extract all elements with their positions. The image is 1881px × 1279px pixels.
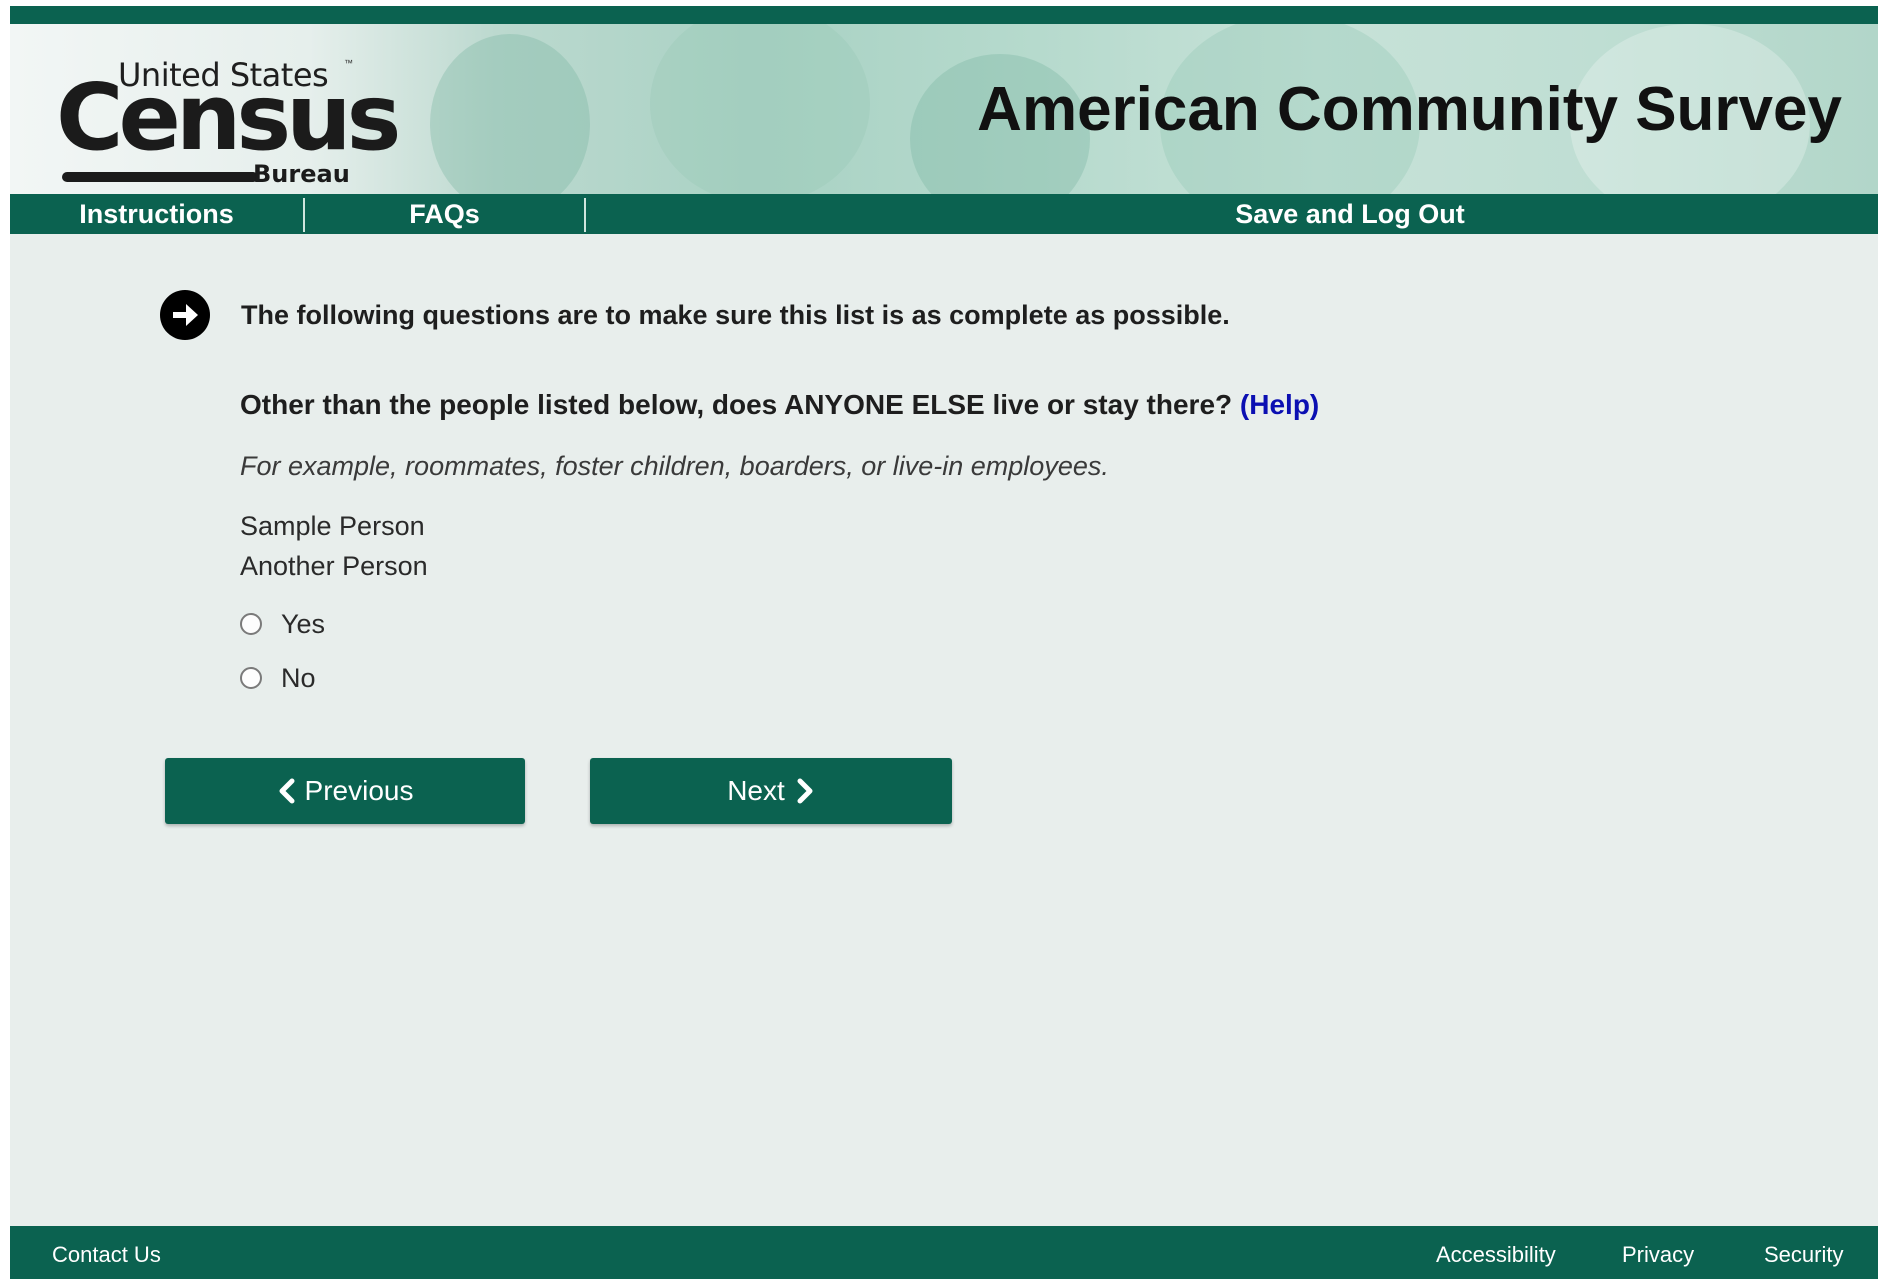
next-button[interactable]: Next — [590, 758, 952, 824]
main-nav: Instructions FAQs Save and Log Out — [10, 194, 1878, 234]
banner-photo-shape — [430, 34, 590, 194]
nav-faqs[interactable]: FAQs — [305, 194, 584, 234]
footer-privacy[interactable]: Privacy — [1622, 1242, 1694, 1268]
logo-census: Census — [56, 64, 401, 171]
intro-text: The following questions are to make sure… — [241, 300, 1230, 330]
question-text: Other than the people listed below, does… — [240, 389, 1319, 421]
nav-save-and-log-out[interactable]: Save and Log Out — [1140, 194, 1560, 234]
person-list-item: Another Person — [240, 551, 428, 581]
next-button-label: Next — [727, 775, 785, 806]
no-radio-button[interactable] — [240, 667, 262, 689]
help-link[interactable]: (Help) — [1240, 389, 1319, 420]
chevron-left-icon — [277, 778, 295, 804]
logo-bureau: Bureau — [253, 160, 350, 188]
page: United States ™ Census Bureau American C… — [10, 6, 1878, 1279]
header-banner: United States ™ Census Bureau American C… — [10, 24, 1878, 194]
footer-accessibility[interactable]: Accessibility — [1436, 1242, 1556, 1268]
footer: Contact Us Accessibility Privacy Securit… — [10, 1226, 1878, 1279]
census-bureau-logo[interactable]: United States ™ Census Bureau — [48, 48, 401, 188]
person-list-item: Sample Person — [240, 511, 425, 541]
banner-photo-shape — [650, 24, 870, 194]
question-label: Other than the people listed below, does… — [240, 389, 1233, 420]
arrow-right-circle-icon — [160, 290, 210, 340]
nav-instructions[interactable]: Instructions — [10, 194, 303, 234]
survey-title: American Community Survey — [977, 75, 1842, 144]
yes-radio-label[interactable]: Yes — [281, 609, 325, 640]
chevron-right-icon — [797, 778, 815, 804]
no-radio-label[interactable]: No — [281, 663, 316, 694]
footer-contact-us[interactable]: Contact Us — [52, 1242, 161, 1268]
yes-radio-button[interactable] — [240, 613, 262, 635]
top-accent-bar — [10, 6, 1878, 24]
nav-divider — [584, 198, 586, 232]
previous-button-label: Previous — [304, 775, 414, 806]
logo-underline — [62, 172, 258, 182]
example-text: For example, roommates, foster children,… — [240, 451, 1109, 481]
previous-button[interactable]: Previous — [165, 758, 525, 824]
footer-security[interactable]: Security — [1764, 1242, 1843, 1268]
